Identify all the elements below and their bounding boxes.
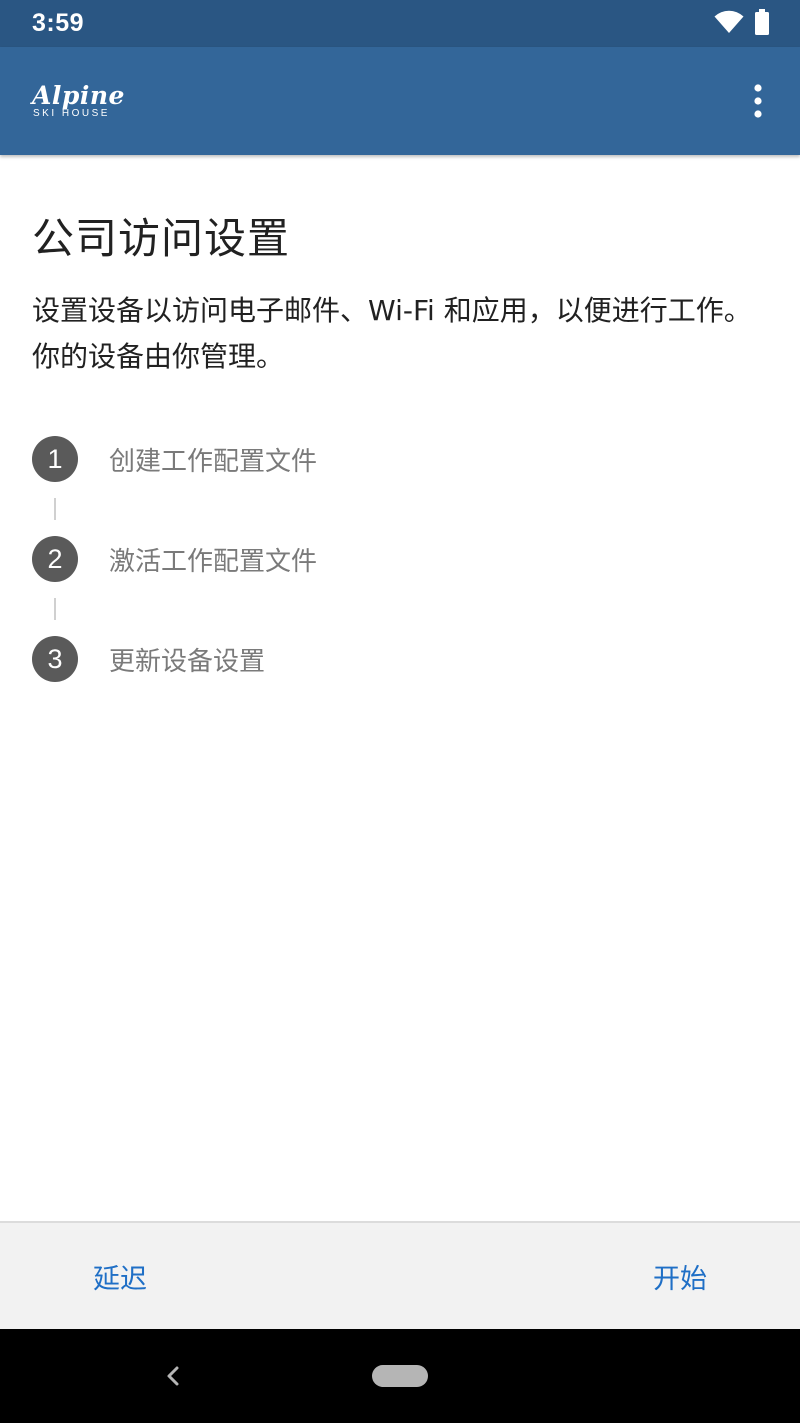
status-bar: 3:59 <box>0 0 800 47</box>
step-connector <box>54 498 56 520</box>
navigation-bar <box>0 1329 800 1423</box>
home-pill-icon[interactable] <box>372 1365 428 1387</box>
alpine-ski-house-logo: Alpine SKI HOUSE <box>32 83 125 119</box>
page-title: 公司访问设置 <box>32 214 291 263</box>
more-vert-icon <box>754 84 762 118</box>
step-number-badge: 3 <box>32 636 78 682</box>
status-time: 3:59 <box>32 9 85 37</box>
step-label: 更新设备设置 <box>109 646 266 677</box>
page-description: 设置设备以访问电子邮件、Wi-Fi 和应用，以便进行工作。你的设备由你管理。 <box>32 294 752 373</box>
back-chevron-icon[interactable] <box>162 1362 184 1390</box>
step-label: 激活工作配置文件 <box>109 546 318 577</box>
step-1: 1 创建工作配置文件 <box>32 436 752 482</box>
overflow-menu-button[interactable] <box>746 79 770 123</box>
app-bar: Alpine SKI HOUSE <box>0 47 800 155</box>
action-bar: 延迟 开始 <box>0 1221 800 1329</box>
step-3: 3 更新设备设置 <box>32 636 752 682</box>
setup-steps: 1 创建工作配置文件 2 激活工作配置文件 3 更新设备设置 <box>32 436 752 682</box>
step-label: 创建工作配置文件 <box>109 446 318 477</box>
status-icons <box>714 8 770 39</box>
screen: 3:59 Alpine SKI HOUSE 公司访问设置 设置设备以访问电子邮件… <box>0 0 800 1423</box>
logo-subtitle: SKI HOUSE <box>33 108 110 119</box>
wifi-icon <box>714 10 744 38</box>
step-number-badge: 1 <box>32 436 78 482</box>
logo-script: Alpine <box>32 81 125 110</box>
battery-icon <box>754 8 770 39</box>
postpone-button[interactable]: 延迟 <box>93 1257 147 1296</box>
step-number-badge: 2 <box>32 536 78 582</box>
step-connector <box>54 598 56 620</box>
start-button[interactable]: 开始 <box>653 1257 707 1296</box>
step-2: 2 激活工作配置文件 <box>32 536 752 582</box>
